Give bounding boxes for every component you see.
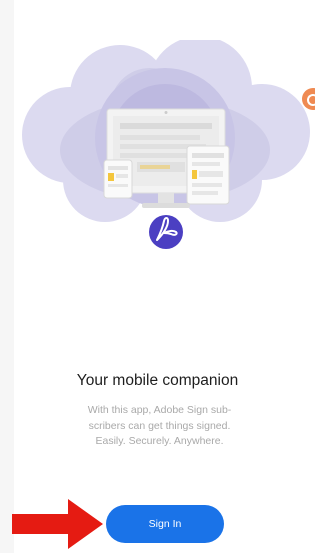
onboarding-title: Your mobile companion <box>76 372 239 389</box>
onboarding-description: With this app, Adobe Sign sub- scribers … <box>57 403 262 450</box>
acrobat-icon <box>149 215 183 249</box>
description-line: scribers can get things signed. <box>88 419 231 432</box>
red-arrow-annotation <box>12 499 103 549</box>
onboarding-screen: Your mobile companion With this app, Ado… <box>0 0 315 553</box>
tablet-graphic <box>186 145 230 205</box>
sign-in-button[interactable]: Sign In <box>106 505 224 543</box>
description-line: With this app, Adobe Sign sub- <box>87 404 232 416</box>
description-line: Easily. Securely. Anywhere. <box>95 435 224 447</box>
devices-illustration <box>22 40 310 249</box>
phone-graphic <box>103 159 133 199</box>
